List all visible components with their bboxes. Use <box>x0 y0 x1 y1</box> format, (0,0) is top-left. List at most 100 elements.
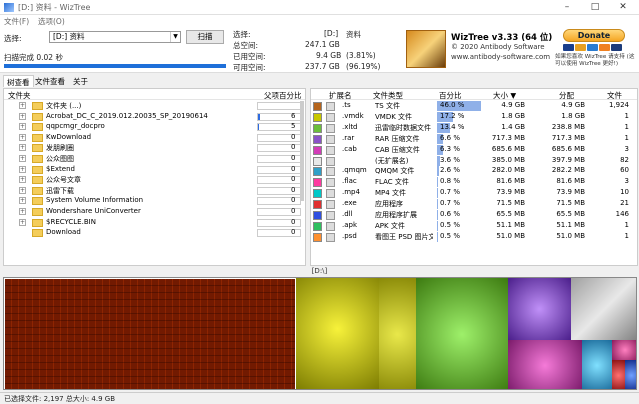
minimize-button[interactable]: – <box>554 0 580 15</box>
col-pct[interactable]: 百分比 <box>439 90 462 101</box>
treemap-block-flac[interactable] <box>612 340 636 360</box>
ext-size: 385.0 MB <box>491 155 525 164</box>
ext-pct-value: 46.0 % <box>440 101 465 109</box>
treemap-block-rar[interactable] <box>508 278 571 340</box>
ext-row[interactable]: (无扩展名) 3.6 % 385.0 MB 397.9 MB 82 <box>311 155 637 167</box>
ext-row[interactable]: .xltd 迅雷临时数据文件 13.4 % 1.4 GB 238.8 MB 1 <box>311 122 637 134</box>
drive-select[interactable]: [D:] 资料 ▼ <box>49 31 181 43</box>
ext-row[interactable]: .cab CAB 压缩文件 6.3 % 685.6 MB 685.6 MB 3 <box>311 144 637 156</box>
tree-row-name: 文件夹 (...) <box>46 102 82 110</box>
tree-row[interactable]: + KwDownload 0 <box>4 133 305 144</box>
extension-panel: 扩展名 文件类型 百分比 大小 ▼ 分配 文件 .ts TS 文件 46.0 % 4.… <box>310 88 638 266</box>
tab-file-view[interactable]: 文件查看 <box>32 75 68 87</box>
parent-pct-value: 0 <box>291 217 296 226</box>
ext-row[interactable]: .apk APK 文件 0.5 % 51.1 MB 51.1 MB 1 <box>311 220 637 232</box>
treemap[interactable] <box>3 277 637 390</box>
tree-row-name: $Extend <box>46 164 75 173</box>
status-bar: 已选择文件: 2,197 总大小: 4.9 GB <box>0 392 639 403</box>
tree-row[interactable]: + 文件夹 (...) <box>4 101 305 112</box>
expand-icon[interactable]: + <box>19 186 26 194</box>
file-type-icon <box>326 232 335 242</box>
treemap-block-dll[interactable] <box>625 360 636 389</box>
col-parent-pct[interactable]: 父项百分比 <box>264 90 302 101</box>
tree-row[interactable]: + $RECYCLE.BIN 0 <box>4 218 305 229</box>
brand-url[interactable]: www.antibody-software.com <box>451 53 550 61</box>
ext-size: 282.0 MB <box>491 166 525 175</box>
expand-icon[interactable]: + <box>19 208 26 215</box>
ext-row[interactable]: .psd 看图王 PSD 图片文件 0.5 % 51.0 MB 51.0 MB 1 <box>311 231 637 243</box>
col-alloc[interactable]: 分配 <box>559 90 574 101</box>
treemap-block-xltd[interactable] <box>416 278 508 389</box>
tree-row[interactable]: + Wondershare UniConverter 0 <box>4 207 305 218</box>
ext-row[interactable]: .ts TS 文件 46.0 % 4.9 GB 4.9 GB 1,924 <box>311 101 637 112</box>
donate-button[interactable]: Donate <box>563 29 625 42</box>
tree-row[interactable]: + 发朋刷圈 0 <box>4 143 305 154</box>
ext-name: .rar <box>342 133 355 142</box>
col-folder[interactable]: 文件夹 <box>8 90 31 101</box>
expand-icon[interactable]: + <box>19 144 26 152</box>
tree-scrollbar[interactable] <box>300 101 304 201</box>
ext-row[interactable]: .exe 应用程序 0.7 % 71.5 MB 71.5 MB 21 <box>311 199 637 210</box>
treemap-block-vmdk-2[interactable] <box>379 278 416 389</box>
ext-type: QMQM 文件 <box>375 167 415 176</box>
chevron-down-icon: ▼ <box>170 32 180 42</box>
tree-row[interactable]: + $Extend 0 <box>4 165 305 176</box>
ext-alloc: 238.8 MB <box>551 122 585 131</box>
treemap-block-noext[interactable] <box>571 278 636 340</box>
ext-alloc: 685.6 MB <box>551 144 585 153</box>
tab-about[interactable]: 关于 <box>70 75 91 87</box>
treemap-block-cab[interactable] <box>508 340 582 389</box>
treemap-block-exe[interactable] <box>612 360 625 389</box>
expand-icon[interactable]: + <box>19 102 26 109</box>
expand-icon[interactable]: + <box>19 197 26 205</box>
expand-icon[interactable]: + <box>19 123 26 131</box>
scan-button[interactable]: 扫描 <box>186 30 224 44</box>
tree-row[interactable]: Download 0 <box>4 228 305 239</box>
ext-row[interactable]: .qmqm QMQM 文件 2.6 % 282.0 MB 282.2 MB 60 <box>311 166 637 177</box>
ext-pct-bar: 46.0 % <box>437 101 481 111</box>
treemap-block-qmqm[interactable] <box>582 340 612 389</box>
parent-pct-value: 0 <box>291 154 296 162</box>
tab-tree-view[interactable]: 树查看 <box>3 75 34 87</box>
close-button[interactable]: ✕ <box>610 0 636 15</box>
treemap-block-ts[interactable] <box>4 278 296 389</box>
maximize-button[interactable]: □ <box>582 0 608 15</box>
treemap-block-vmdk[interactable] <box>296 278 379 389</box>
drive-select-value: [D:] 资料 <box>53 32 85 41</box>
tree-row[interactable]: + 迅雷下载 0 <box>4 186 305 197</box>
expand-icon[interactable]: + <box>19 165 26 173</box>
col-files[interactable]: 文件 <box>607 90 622 101</box>
ext-row[interactable]: .mp4 MP4 文件 0.7 % 73.9 MB 73.9 MB 10 <box>311 188 637 199</box>
tree-row[interactable]: + 公众号文章 0 <box>4 175 305 186</box>
color-swatch <box>313 178 322 188</box>
expand-icon[interactable]: + <box>19 176 26 184</box>
free-space-pct: (96.19%) <box>346 62 381 71</box>
tree-row[interactable]: + qqpcmgr_docpro 5 <box>4 122 305 133</box>
ext-files: 82 <box>620 155 629 164</box>
ext-row[interactable]: .vmdk VMDK 文件 17.2 % 1.8 GB 1.8 GB 1 <box>311 111 637 123</box>
expand-icon[interactable]: + <box>19 155 26 162</box>
ext-row[interactable]: .rar RAR 压缩文件 6.6 % 717.3 MB 717.3 MB 1 <box>311 133 637 145</box>
tree-row-name: 发朋刷圈 <box>46 144 74 153</box>
col-type[interactable]: 文件类型 <box>373 90 403 101</box>
parent-pct-value: 0 <box>291 143 296 152</box>
col-ext[interactable]: 扩展名 <box>329 90 352 101</box>
expand-icon[interactable]: + <box>19 218 26 226</box>
tree-row-name: 公众图图 <box>46 155 74 163</box>
color-swatch <box>313 112 322 122</box>
file-type-icon <box>326 167 335 177</box>
tree-row[interactable]: + 公众图图 0 <box>4 154 305 165</box>
ext-alloc: 73.9 MB <box>556 188 585 197</box>
ext-row[interactable]: .dll 应用程序扩展 0.6 % 65.5 MB 65.5 MB 146 <box>311 210 637 221</box>
ext-alloc: 51.1 MB <box>556 220 585 229</box>
color-swatch <box>313 156 322 166</box>
col-size[interactable]: 大小 ▼ <box>493 90 516 101</box>
ext-alloc: 71.5 MB <box>556 199 585 208</box>
tree-row[interactable]: + System Volume Information 0 <box>4 196 305 207</box>
ext-row[interactable]: .flac FLAC 文件 0.8 % 81.6 MB 81.6 MB 3 <box>311 177 637 188</box>
parent-pct-value: 0 <box>291 196 296 205</box>
expand-icon[interactable]: + <box>19 112 26 120</box>
expand-icon[interactable]: + <box>19 133 26 141</box>
tree-row[interactable]: + Acrobat_DC_C_2019.012.20035_SP_20190614… <box>4 112 305 123</box>
tab-bar: 树查看 文件查看 关于 <box>0 75 639 87</box>
